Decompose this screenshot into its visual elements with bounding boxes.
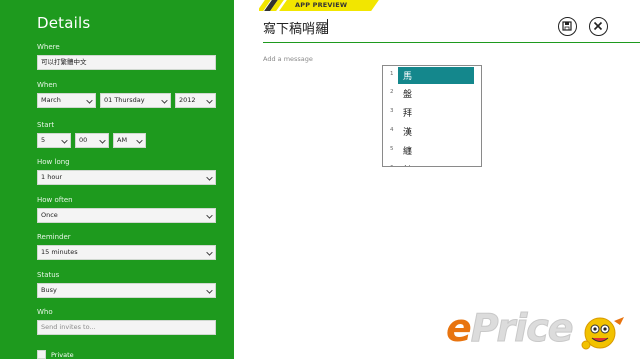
reminder-select[interactable]: 15 minutes	[37, 245, 216, 260]
chevron-down-icon	[61, 137, 68, 144]
start-label: Start	[37, 121, 55, 129]
status-value: Busy	[41, 286, 57, 294]
ime-candidate[interactable]: 3 拜	[383, 103, 481, 121]
when-label: When	[37, 81, 58, 89]
text-caret	[327, 19, 328, 34]
calendar-app: Details Where 可以打繁體中文 When March 01 Thur…	[0, 0, 640, 359]
candidate-number: 4	[390, 127, 394, 133]
how-long-select[interactable]: 1 hour	[37, 170, 216, 185]
who-label: Who	[37, 308, 53, 316]
chevron-down-icon	[206, 174, 213, 181]
message-input[interactable]: Add a message	[263, 55, 313, 63]
candidate-char: 漢	[403, 128, 413, 138]
eprice-watermark: ePrice	[446, 306, 574, 351]
year-value: 2012	[179, 96, 196, 104]
save-icon	[562, 21, 572, 31]
candidate-number: 3	[390, 108, 394, 114]
private-label: Private	[51, 351, 74, 359]
ampm-value: AM	[117, 136, 128, 144]
candidate-char: 拜	[403, 109, 413, 119]
how-often-label: How often	[37, 196, 73, 204]
chevron-down-icon	[136, 137, 143, 144]
ime-candidate[interactable]: 6 轉	[383, 160, 481, 166]
ime-candidate-list: 1 馬 2 盤 3 拜 4 漢 5 纏 6 轉	[382, 65, 482, 167]
event-title-input[interactable]: 寫下稿哨羅	[263, 18, 328, 37]
details-title: Details	[37, 14, 91, 32]
chevron-down-icon	[206, 212, 213, 219]
year-select[interactable]: 2012	[175, 93, 216, 108]
month-select[interactable]: March	[37, 93, 96, 108]
minute-value: 00	[79, 136, 88, 144]
chevron-down-icon	[161, 97, 168, 104]
save-button[interactable]	[558, 17, 577, 36]
candidate-char: 馬	[403, 72, 413, 82]
watermark-e: e	[446, 306, 472, 350]
candidate-number: 2	[390, 89, 394, 95]
title-underline	[263, 42, 640, 43]
candidate-char: 轉	[403, 163, 412, 166]
how-often-value: Once	[41, 211, 58, 219]
close-icon	[593, 21, 603, 31]
ime-candidate[interactable]: 1 馬	[383, 66, 481, 84]
where-input[interactable]: 可以打繁體中文	[37, 55, 216, 70]
ime-candidate[interactable]: 5 纏	[383, 141, 481, 159]
who-input[interactable]: Send invites to...	[37, 320, 216, 335]
status-select[interactable]: Busy	[37, 283, 216, 298]
start-minute-select[interactable]: 00	[75, 133, 109, 148]
private-checkbox[interactable]	[37, 350, 46, 359]
month-value: March	[41, 96, 61, 104]
chevron-down-icon	[206, 249, 213, 256]
chevron-down-icon	[99, 137, 106, 144]
reminder-label: Reminder	[37, 233, 71, 241]
candidate-number: 1	[390, 71, 394, 77]
start-hour-select[interactable]: 5	[37, 133, 71, 148]
close-button[interactable]	[589, 17, 608, 36]
candidate-number: 5	[390, 146, 394, 152]
app-preview-banner: APP PREVIEW	[259, 0, 379, 11]
ime-candidate[interactable]: 4 漢	[383, 122, 481, 140]
banner-text: APP PREVIEW	[295, 1, 348, 9]
start-ampm-select[interactable]: AM	[113, 133, 146, 148]
candidate-char: 纏	[403, 147, 413, 157]
chevron-down-icon	[86, 97, 93, 104]
chevron-down-icon	[206, 287, 213, 294]
day-value: 01 Thursday	[104, 96, 145, 104]
chevron-down-icon	[206, 97, 213, 104]
how-long-label: How long	[37, 158, 70, 166]
where-label: Where	[37, 43, 60, 51]
watermark-rest: Price	[470, 306, 574, 351]
ime-candidate[interactable]: 2 盤	[383, 84, 481, 102]
status-label: Status	[37, 271, 60, 279]
day-select[interactable]: 01 Thursday	[100, 93, 171, 108]
how-often-select[interactable]: Once	[37, 208, 216, 223]
details-panel: Details Where 可以打繁體中文 When March 01 Thur…	[0, 0, 234, 359]
how-long-value: 1 hour	[41, 173, 63, 181]
reminder-value: 15 minutes	[41, 248, 78, 256]
candidate-char: 盤	[403, 90, 413, 100]
candidate-number: 6	[390, 165, 394, 166]
mascot-icon	[581, 317, 624, 350]
hour-value: 5	[41, 136, 46, 144]
